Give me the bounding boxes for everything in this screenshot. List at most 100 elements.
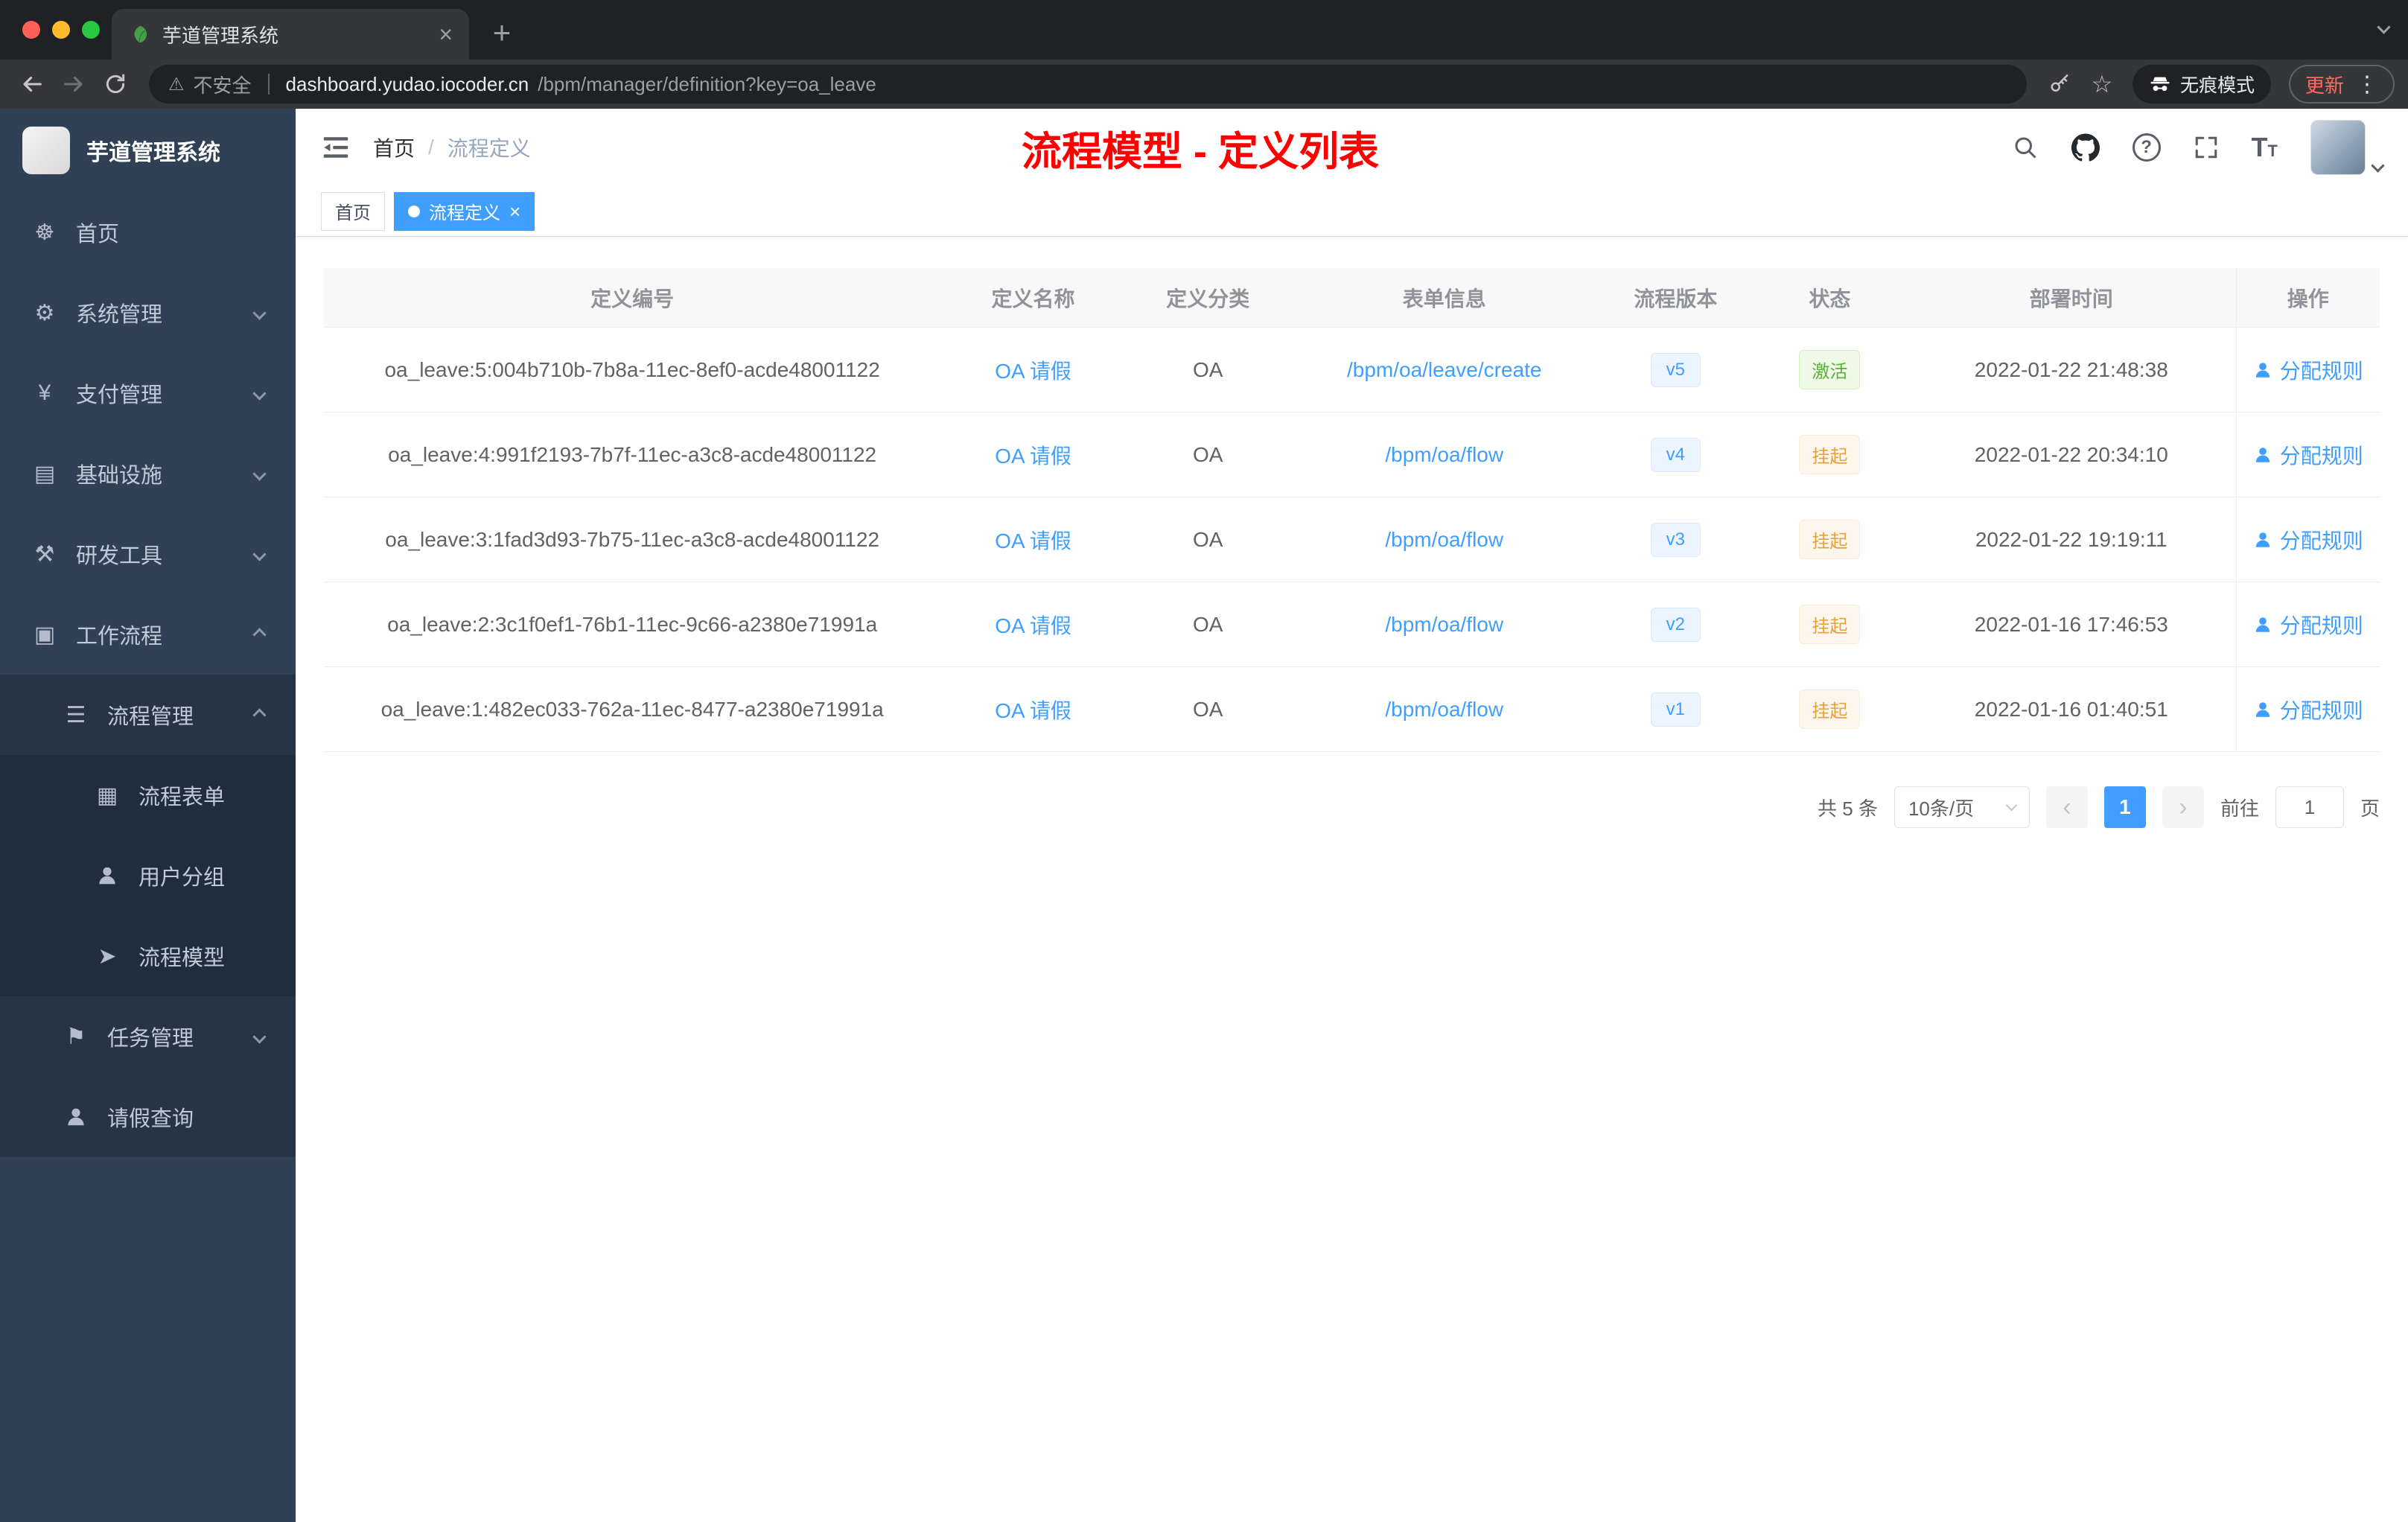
goto-page-input[interactable] <box>2275 786 2344 828</box>
goto-unit-label: 页 <box>2360 797 2380 820</box>
table-body: oa_leave:5:004b710b-7b8a-11ec-8ef0-acde4… <box>324 328 2380 752</box>
definition-category: OA <box>1192 357 1223 381</box>
forward-button[interactable] <box>55 66 92 103</box>
sidebar-item-8[interactable]: 用户分组 <box>0 835 296 916</box>
page-size-select[interactable]: 10条/页 <box>1893 786 2030 828</box>
form-info-link[interactable]: /bpm/oa/flow <box>1385 443 1503 467</box>
definition-name-link[interactable]: OA 请假 <box>995 525 1071 555</box>
definition-name-cell: OA 请假 <box>940 582 1125 666</box>
form-info-link[interactable]: /bpm/oa/flow <box>1385 698 1503 722</box>
definition-name-link[interactable]: OA 请假 <box>995 355 1071 385</box>
assign-rule-link[interactable]: 分配规则 <box>2253 525 2363 555</box>
breadcrumb-item-0[interactable]: 首页 <box>373 133 415 162</box>
definition-name-link[interactable]: OA 请假 <box>995 610 1071 640</box>
address-bar[interactable]: ⚠ 不安全 dashboard.yudao.iocoder.cn/bpm/man… <box>149 65 2027 104</box>
sidebar-item-label: 研发工具 <box>76 544 163 568</box>
avatar-image <box>2310 120 2366 175</box>
definition-id: oa_leave:1:482ec033-762a-11ec-8477-a2380… <box>380 697 884 721</box>
assign-rule-link[interactable]: 分配规则 <box>2253 610 2363 640</box>
sidebar-item-label: 工作流程 <box>76 625 163 649</box>
column-header-0: 定义编号 <box>590 287 675 311</box>
form-info-link[interactable]: /bpm/oa/flow <box>1385 613 1503 637</box>
column-header-4: 流程版本 <box>1634 287 1718 311</box>
definition-name-link[interactable]: OA 请假 <box>995 440 1071 470</box>
deploy-time: 2022-01-22 20:34:10 <box>1974 442 2168 466</box>
page-number-button[interactable]: 1 <box>2103 786 2146 828</box>
process-version-cell: v5 <box>1599 328 1753 412</box>
password-key-icon[interactable] <box>2042 66 2079 103</box>
sidebar-item-4[interactable]: ⚒ 研发工具 <box>0 514 296 594</box>
sidebar-item-label: 用户分组 <box>138 866 226 890</box>
sidebar-item-3[interactable]: ▤ 基础设施 <box>0 433 296 514</box>
close-window-button[interactable] <box>22 21 40 39</box>
minimize-window-button[interactable] <box>52 21 70 39</box>
update-browser-button[interactable]: 更新 ⋮ <box>2288 65 2395 104</box>
definition-name-cell: OA 请假 <box>940 413 1125 497</box>
status-badge: 激活 <box>1799 350 1861 389</box>
sidebar-item-6[interactable]: ☰ 流程管理 <box>0 675 296 755</box>
search-icon[interactable] <box>2012 134 2039 161</box>
sidebar-item-2[interactable]: ¥ 支付管理 <box>0 353 296 433</box>
sidebar-item-7[interactable]: ▦ 流程表单 <box>0 755 296 835</box>
user-icon <box>2253 700 2272 719</box>
definition-name-link[interactable]: OA 请假 <box>995 695 1071 725</box>
column-header-5: 状态 <box>1809 287 1851 311</box>
sidebar-item-label: 任务管理 <box>107 1027 194 1051</box>
window-controls <box>22 21 100 39</box>
actions-cell: 分配规则 <box>2235 328 2380 412</box>
page-title-annotation: 流程模型 - 定义列表 <box>1022 129 1379 174</box>
incognito-icon <box>2149 73 2171 95</box>
tag-active-dot <box>408 205 420 217</box>
goto-label: 前往 <box>2220 797 2259 820</box>
sidebar-item-label: 流程管理 <box>107 705 194 729</box>
fullscreen-icon[interactable] <box>2194 135 2219 160</box>
github-icon[interactable] <box>2071 133 2100 162</box>
user-icon <box>2253 530 2272 550</box>
form-info-link[interactable]: /bpm/oa/flow <box>1385 528 1503 552</box>
sidebar-item-0[interactable]: ☸ 首页 <box>0 192 296 273</box>
process-version-cell: v1 <box>1599 667 1753 751</box>
definition-name-cell: OA 请假 <box>940 667 1125 751</box>
deploy-time: 2022-01-16 01:40:51 <box>1974 697 2168 721</box>
reload-button[interactable] <box>97 66 134 103</box>
sidebar-item-11[interactable]: 请假查询 <box>0 1077 296 1157</box>
definition-id: oa_leave:2:3c1f0ef1-76b1-11ec-9c66-a2380… <box>387 612 878 636</box>
actions-cell: 分配规则 <box>2235 667 2380 751</box>
browser-tab[interactable]: 芋道管理系统 × <box>112 9 469 60</box>
breadcrumb-item-1: 流程定义 <box>447 137 531 160</box>
next-page-button[interactable]: › <box>2162 786 2204 828</box>
tag-close-icon[interactable]: × <box>509 202 520 221</box>
assign-rule-label: 分配规则 <box>2279 359 2363 383</box>
user-avatar[interactable] <box>2310 120 2385 175</box>
form-info-link[interactable]: /bpm/oa/leave/create <box>1347 358 1542 382</box>
sidebar-item-1[interactable]: ⚙ 系统管理 <box>0 273 296 353</box>
assign-rule-link[interactable]: 分配规则 <box>2253 440 2363 470</box>
sidebar-menu: ☸ 首页 ⚙ 系统管理 ¥ 支付管理 ▤ 基础设施 ⚒ 研发工具 ▣ 工作流程 ☰ 流程管理 ▦ 流程表单用户… <box>0 192 296 1157</box>
form-info-cell: /bpm/oa/leave/create <box>1290 328 1599 412</box>
tab-close-icon[interactable]: × <box>439 22 453 46</box>
bookmark-star-icon[interactable]: ☆ <box>2083 66 2121 103</box>
tag-0[interactable]: 首页 <box>321 191 385 231</box>
sidebar-item-label: 请假查询 <box>107 1107 194 1131</box>
prev-page-button[interactable]: ‹ <box>2045 786 2088 828</box>
version-tag: v4 <box>1650 437 1701 472</box>
sidebar-item-5[interactable]: ▣ 工作流程 <box>0 594 296 675</box>
sidebar-toggle-hamburger-icon[interactable] <box>321 133 351 162</box>
font-size-icon[interactable]: TT <box>2252 132 2278 163</box>
main-panel: 首页 / 流程定义 流程模型 - 定义列表 ? TT 首页 流程定义 × 定义编… <box>296 109 2408 1522</box>
chevron-down-icon <box>252 547 267 561</box>
browser-menu-icon[interactable]: ⋮ <box>2356 71 2378 98</box>
tab-search-icon[interactable] <box>2377 20 2391 34</box>
sidebar-item-9[interactable]: ➤ 流程模型 <box>0 916 296 996</box>
new-tab-button[interactable]: + <box>481 12 523 54</box>
maximize-window-button[interactable] <box>82 21 100 39</box>
assign-rule-link[interactable]: 分配规则 <box>2253 355 2363 385</box>
help-icon[interactable]: ? <box>2132 133 2161 162</box>
tag-1[interactable]: 流程定义 × <box>394 191 535 231</box>
sidebar-item-label: 首页 <box>76 223 120 246</box>
version-tag: v1 <box>1650 692 1701 727</box>
sidebar-item-10[interactable]: ⚑ 任务管理 <box>0 996 296 1077</box>
assign-rule-link[interactable]: 分配规则 <box>2253 695 2363 725</box>
back-button[interactable] <box>13 66 51 103</box>
pagination-total: 共 5 条 <box>1818 797 1878 820</box>
